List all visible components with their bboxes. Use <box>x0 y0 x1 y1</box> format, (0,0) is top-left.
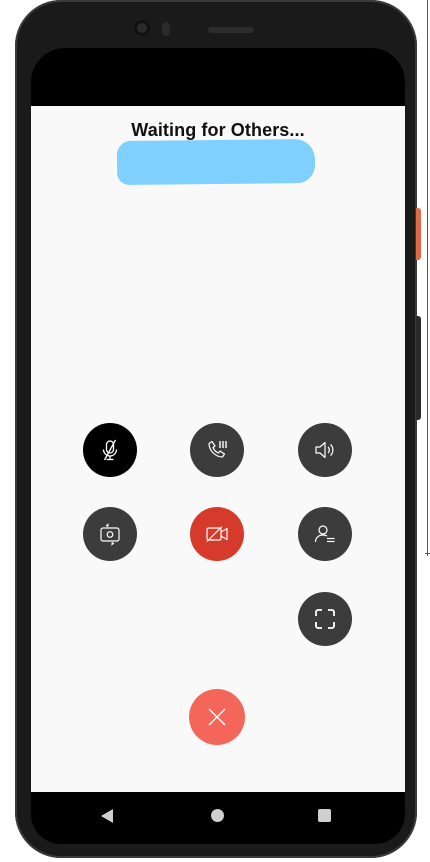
speaker-icon <box>315 441 334 459</box>
close-icon <box>208 708 226 726</box>
phone-hold-icon <box>208 440 227 458</box>
redacted-participant-name <box>116 138 316 186</box>
switch-camera-icon <box>100 523 120 546</box>
microphone-muted-icon <box>102 439 118 461</box>
earpiece-speaker <box>208 27 254 33</box>
video-off-icon <box>206 526 228 542</box>
call-status-title: Waiting for Others... <box>131 120 305 140</box>
call-screen: Waiting for Others... <box>31 106 405 792</box>
participants-button[interactable] <box>298 507 352 561</box>
mute-microphone-button[interactable] <box>83 423 137 477</box>
fullscreen-icon <box>315 609 335 629</box>
speaker-button[interactable] <box>298 423 352 477</box>
switch-camera-button[interactable] <box>83 507 137 561</box>
participant-list-icon <box>314 525 335 543</box>
right-edge-line <box>427 0 428 556</box>
proximity-sensor <box>162 22 170 36</box>
fullscreen-button[interactable] <box>298 592 352 646</box>
power-button[interactable] <box>416 208 421 260</box>
back-nav-icon[interactable] <box>101 809 113 823</box>
home-nav-icon[interactable] <box>211 809 224 822</box>
recent-apps-nav-icon[interactable] <box>318 809 331 822</box>
system-navigation-bar <box>31 792 405 844</box>
front-camera <box>134 20 150 36</box>
right-edge-tick <box>425 553 430 554</box>
volume-rocker[interactable] <box>416 316 421 420</box>
video-off-button[interactable] <box>190 507 244 561</box>
call-hold-button[interactable] <box>190 423 244 477</box>
end-call-button[interactable] <box>189 689 245 745</box>
status-bar <box>31 48 405 106</box>
